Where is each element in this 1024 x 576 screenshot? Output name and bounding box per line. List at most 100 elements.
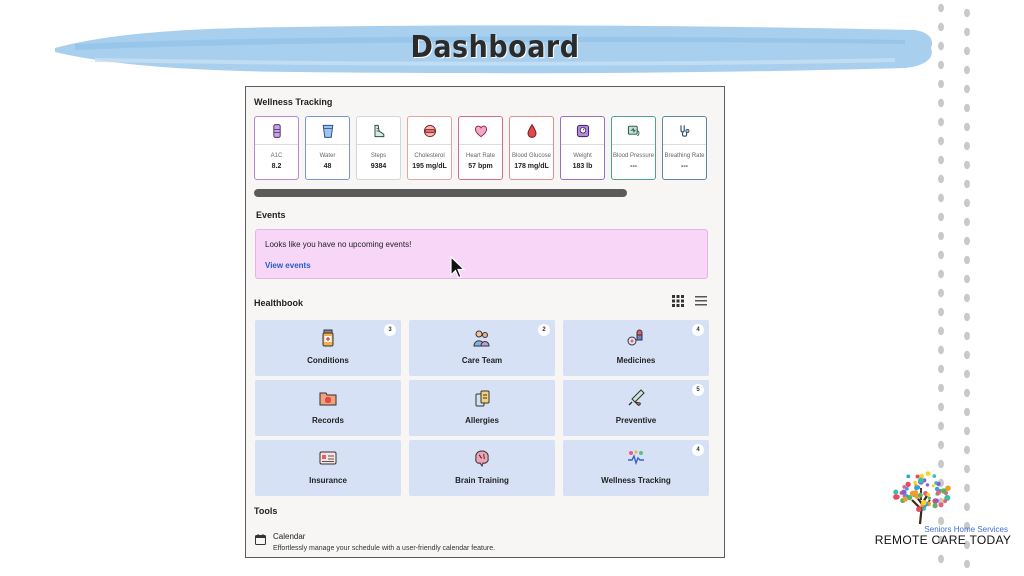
tree-leaf [902,496,908,502]
tile-label: Brain Training [455,476,509,485]
decorative-dot [938,98,944,108]
decorative-dot [938,193,944,203]
wellness-icon [626,448,646,468]
tree-leaf [913,480,917,485]
decorative-dot [964,46,970,56]
healthbook-tile[interactable]: Allergies [409,380,555,436]
decorative-dot [938,117,944,127]
tree-leaf [927,496,931,500]
metric-card[interactable]: Cholesterol 195 mg/dL [407,116,452,180]
tree-leaf [915,474,920,479]
tree-leaf [905,481,911,488]
decorative-dot [938,383,944,393]
decorative-dot [964,445,970,455]
healthbook-tile[interactable]: Care Team 2 [409,320,555,376]
decorative-dot [964,312,970,322]
stethoscope-icon [663,117,706,145]
tree-leaf [941,488,947,494]
metric-value: 9384 [370,163,387,170]
insurance-card-icon [318,448,338,468]
metric-label: Cholesterol [414,153,445,159]
tree-leaf [936,490,941,495]
decorative-dot [964,122,970,132]
metric-value: --- [681,163,688,170]
mouse-cursor-icon [450,256,466,279]
metric-card[interactable]: Water 48 [305,116,350,180]
metric-label: Steps [370,153,387,159]
tile-label: Records [311,416,344,425]
decorative-dot [964,65,970,75]
scale-icon [561,117,604,145]
decorative-dot [938,307,944,317]
metric-card[interactable]: Blood Pressure --- [611,116,656,180]
decorative-dot [938,402,944,412]
care-team-icon [472,328,492,348]
metric-value: 178 mg/dL [514,163,549,170]
metric-card[interactable]: Blood Glucose 178 mg/dL [509,116,554,180]
blood-pressure-icon [612,117,655,145]
grid-view-icon[interactable] [672,295,684,307]
metric-value: 8.2 [271,163,282,170]
metric-value: 48 [323,163,332,170]
decorative-dot [938,345,944,355]
tree-leaf [906,474,911,479]
tree-leaf [893,489,899,495]
decorative-dot [938,22,944,32]
decorative-dot [938,440,944,450]
metric-card[interactable]: A1C 8.2 [254,116,299,180]
count-badge: 4 [692,324,704,336]
metric-card[interactable]: Weight 183 lb [560,116,605,180]
brain-icon [472,448,492,468]
wellness-section-title: Wellness Tracking [254,97,333,107]
decorative-dot [964,293,970,303]
metric-card[interactable]: Heart Rate 57 bpm [458,116,503,180]
tree-leaf [932,474,937,478]
decorative-dot [964,426,970,436]
medicines-icon [626,328,646,348]
healthbook-tile[interactable]: Records [255,380,401,436]
healthbook-tile[interactable]: Brain Training [409,440,555,496]
decorative-dot [964,255,970,265]
decorative-dot [964,160,970,170]
events-empty-message: Looks like you have no upcoming events! [265,240,412,249]
heart-icon [459,117,502,145]
tree-leaf [918,492,923,498]
decorative-dot [938,231,944,241]
tree-leaf [921,500,927,506]
metric-value: 57 bpm [468,163,493,170]
decorative-dot [938,288,944,298]
healthbook-tile[interactable]: Preventive 5 [563,380,709,436]
healthbook-tile[interactable]: Conditions 3 [255,320,401,376]
tree-leaf [931,484,935,488]
decorative-dot [938,364,944,374]
metric-label: Heart Rate [465,153,495,159]
horizontal-scrollbar[interactable] [254,189,627,197]
decorative-dot [964,198,970,208]
tree-leaf [943,499,948,503]
metric-value: 195 mg/dL [412,163,447,170]
metric-label: A1C [270,153,283,159]
tools-section-title: Tools [254,506,278,516]
decorative-dot [938,79,944,89]
test-tube-icon [255,117,298,145]
metric-card[interactable]: Breathing Rate --- [662,116,707,180]
decorative-dot [964,179,970,189]
decorative-dot [938,136,944,146]
tree-leaf [905,486,909,491]
count-badge: 3 [384,324,396,336]
decorative-dot [938,41,944,51]
list-view-icon[interactable] [695,295,707,307]
tree-leaf [918,477,924,484]
decorative-dot [964,217,970,227]
view-events-link[interactable]: View events [265,261,311,270]
healthbook-tile[interactable]: Medicines 4 [563,320,709,376]
healthbook-tile[interactable]: Insurance [255,440,401,496]
metric-card[interactable]: Steps 9384 [356,116,401,180]
tree-leaf [922,507,926,511]
tile-label: Allergies [465,416,499,425]
decorative-dot [964,27,970,37]
tree-leaf [914,485,919,491]
healthbook-tile[interactable]: Wellness Tracking 4 [563,440,709,496]
decorative-dot [964,369,970,379]
tile-label: Medicines [616,356,656,365]
